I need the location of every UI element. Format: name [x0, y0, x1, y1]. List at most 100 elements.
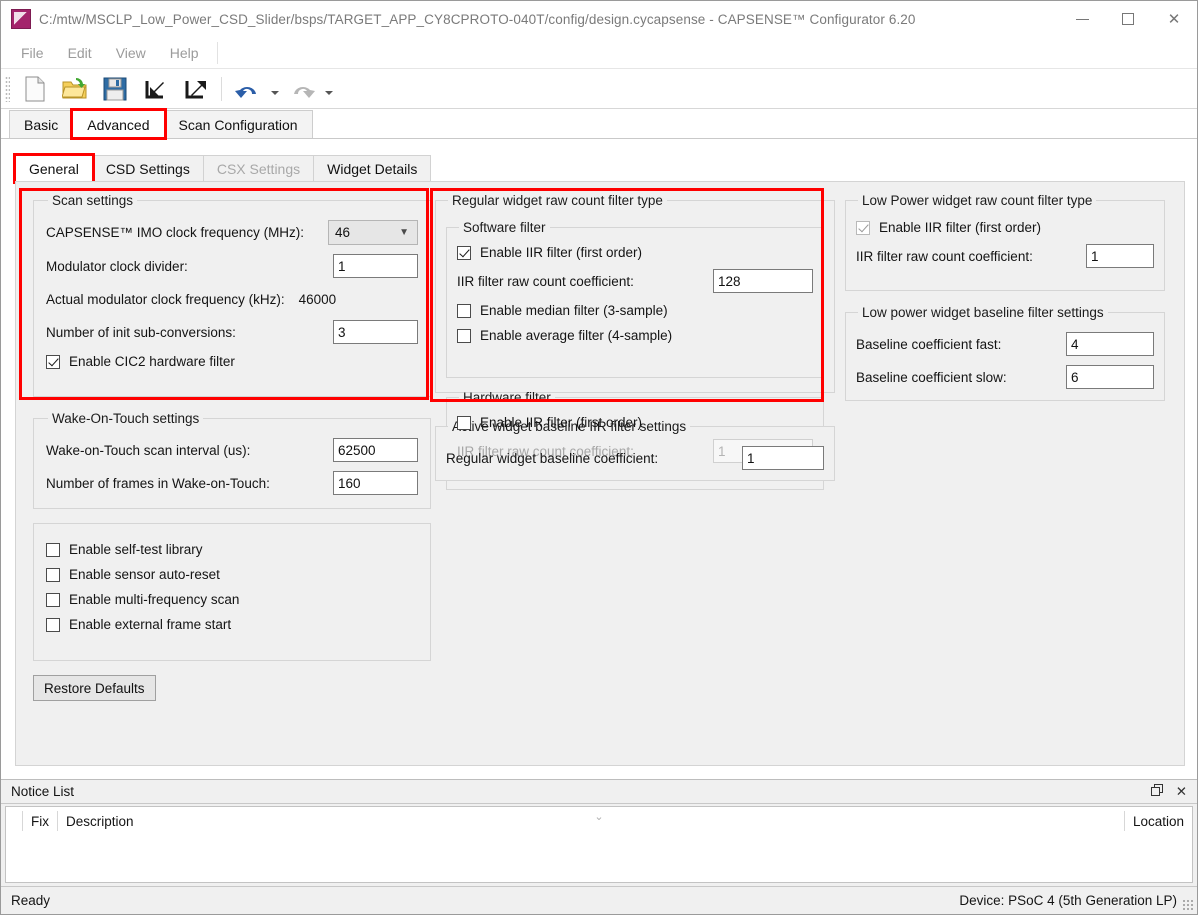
notice-list-panel: Notice List ✕ Fix Description ⌄ Location — [1, 779, 1197, 887]
active-baseline-group: Active widget baseline IIR filter settin… — [435, 419, 835, 481]
checkbox-icon[interactable] — [457, 328, 471, 343]
modulator-divider-input[interactable] — [333, 254, 418, 278]
low-power-filter-legend: Low Power widget raw count filter type — [862, 193, 1093, 208]
lp-baseline-fast-input[interactable] — [1066, 332, 1154, 356]
status-text: Ready — [11, 893, 51, 908]
menu-bar: File Edit View Help — [1, 37, 1197, 69]
resize-grip-icon[interactable] — [1182, 899, 1194, 911]
close-button[interactable]: ✕ — [1151, 1, 1197, 37]
checkbox-icon[interactable] — [46, 592, 60, 607]
imo-clock-combo[interactable]: 46 ▼ — [328, 220, 418, 245]
minimize-button[interactable] — [1059, 1, 1105, 37]
checkbox-icon[interactable] — [46, 542, 60, 557]
checkbox-icon[interactable] — [457, 415, 471, 430]
tab-widget-details[interactable]: Widget Details — [313, 155, 432, 182]
active-baseline-coeff-input[interactable] — [742, 446, 824, 470]
toolbar-grip[interactable] — [5, 75, 10, 102]
wot-frames-input[interactable] — [333, 471, 418, 495]
undo-dropdown-caret[interactable] — [268, 71, 282, 107]
active-baseline-coeff-row: Regular widget baseline coefficient: — [446, 446, 824, 470]
scan-settings-group: Scan settings CAPSENSE™ IMO clock freque… — [33, 193, 431, 397]
capsense-app-icon — [11, 9, 31, 29]
multi-frequency-checkbox-row[interactable]: Enable multi-frequency scan — [46, 592, 418, 607]
undo-arrow-icon[interactable] — [228, 71, 268, 107]
menu-view[interactable]: View — [104, 41, 158, 65]
lp-baseline-fast-row: Baseline coefficient fast: — [856, 332, 1154, 356]
software-filter-legend: Software filter — [463, 220, 546, 235]
sw-iir-coeff-input[interactable] — [713, 269, 813, 293]
init-subconversions-row: Number of init sub-conversions: — [46, 320, 418, 344]
tab-csx-settings: CSX Settings — [202, 155, 315, 182]
actual-clock-row: Actual modulator clock frequency (kHz): … — [46, 287, 418, 311]
chevron-down-icon: ▼ — [399, 227, 409, 238]
active-baseline-coeff-label: Regular widget baseline coefficient: — [446, 450, 659, 466]
import-arrow-icon[interactable] — [135, 71, 175, 107]
lp-iir-coeff-row: IIR filter raw count coefficient: — [856, 244, 1154, 268]
active-baseline-legend: Active widget baseline IIR filter settin… — [452, 419, 687, 434]
lp-iir-coeff-input[interactable] — [1086, 244, 1154, 268]
sw-median-checkbox-row[interactable]: Enable median filter (3-sample) — [457, 303, 813, 318]
undock-icon[interactable] — [1150, 783, 1164, 800]
checkbox-icon[interactable] — [457, 245, 471, 260]
column-header-location[interactable]: Location — [1125, 807, 1192, 835]
init-subconversions-input[interactable] — [333, 320, 418, 344]
close-icon[interactable]: ✕ — [1176, 784, 1187, 800]
actual-clock-value: 46000 — [298, 291, 337, 307]
external-frame-start-checkbox-row[interactable]: Enable external frame start — [46, 617, 418, 632]
wot-interval-input[interactable] — [333, 438, 418, 462]
auto-reset-label: Enable sensor auto-reset — [69, 567, 220, 582]
tab-scan-configuration[interactable]: Scan Configuration — [163, 110, 313, 138]
column-header-fix[interactable]: Fix — [23, 807, 57, 835]
hardware-filter-legend: Hardware filter — [463, 390, 551, 405]
redo-arrow-icon[interactable] — [282, 71, 322, 107]
sw-average-label: Enable average filter (4-sample) — [480, 328, 673, 343]
checkbox-icon[interactable] — [856, 220, 870, 235]
sw-iir-checkbox-row[interactable]: Enable IIR filter (first order) — [457, 245, 813, 260]
cic2-filter-checkbox-row[interactable]: Enable CIC2 hardware filter — [46, 354, 418, 369]
cic2-filter-label: Enable CIC2 hardware filter — [69, 354, 235, 369]
wake-on-touch-group: Wake-On-Touch settings Wake-on-Touch sca… — [33, 411, 431, 509]
tab-csd-settings[interactable]: CSD Settings — [91, 155, 204, 182]
chevron-down-icon[interactable]: ⌄ — [594, 810, 603, 823]
status-bar: Ready Device: PSoC 4 (5th Generation LP) — [1, 886, 1197, 914]
tab-general[interactable]: General — [13, 153, 95, 184]
self-test-checkbox-row[interactable]: Enable self-test library — [46, 542, 418, 557]
auto-reset-checkbox-row[interactable]: Enable sensor auto-reset — [46, 567, 418, 582]
save-floppy-icon[interactable] — [95, 71, 135, 107]
lp-baseline-slow-row: Baseline coefficient slow: — [856, 365, 1154, 389]
window-controls: ✕ — [1059, 1, 1197, 37]
capsense-configurator-window: C:/mtw/MSCLP_Low_Power_CSD_Slider/bsps/T… — [0, 0, 1198, 915]
checkbox-icon[interactable] — [46, 617, 60, 632]
sw-average-checkbox-row[interactable]: Enable average filter (4-sample) — [457, 328, 813, 343]
menu-help[interactable]: Help — [158, 41, 211, 65]
imo-clock-value: 46 — [335, 225, 351, 240]
scan-settings-legend: Scan settings — [52, 193, 134, 208]
toolbar-separator — [221, 76, 222, 101]
low-power-baseline-group: Low power widget baseline filter setting… — [845, 305, 1165, 401]
wot-interval-row: Wake-on-Touch scan interval (us): — [46, 438, 418, 462]
wot-frames-label: Number of frames in Wake-on-Touch: — [46, 475, 270, 491]
export-arrow-icon[interactable] — [175, 71, 215, 107]
maximize-button[interactable] — [1105, 1, 1151, 37]
restore-defaults-button[interactable]: Restore Defaults — [33, 675, 156, 701]
redo-dropdown-caret[interactable] — [322, 71, 336, 107]
lp-iir-coeff-label: IIR filter raw count coefficient: — [856, 248, 1033, 264]
actual-clock-label: Actual modulator clock frequency (kHz): — [46, 291, 285, 307]
lp-iir-label: Enable IIR filter (first order) — [879, 220, 1042, 235]
checkbox-icon[interactable] — [46, 567, 60, 582]
regular-filter-legend: Regular widget raw count filter type — [452, 193, 663, 208]
open-folder-icon[interactable] — [55, 71, 95, 107]
tab-advanced[interactable]: Advanced — [70, 108, 167, 140]
column-header-description[interactable]: Description — [58, 807, 142, 835]
self-test-label: Enable self-test library — [69, 542, 203, 557]
device-text: Device: PSoC 4 (5th Generation LP) — [959, 893, 1177, 908]
tab-basic[interactable]: Basic — [9, 110, 74, 138]
sw-median-label: Enable median filter (3-sample) — [480, 303, 668, 318]
checkbox-icon[interactable] — [46, 354, 60, 369]
checkbox-icon[interactable] — [457, 303, 471, 318]
lp-iir-checkbox-row[interactable]: Enable IIR filter (first order) — [856, 220, 1154, 235]
new-icon[interactable] — [15, 71, 55, 107]
menu-edit[interactable]: Edit — [56, 41, 104, 65]
menu-file[interactable]: File — [9, 41, 56, 65]
lp-baseline-slow-input[interactable] — [1066, 365, 1154, 389]
